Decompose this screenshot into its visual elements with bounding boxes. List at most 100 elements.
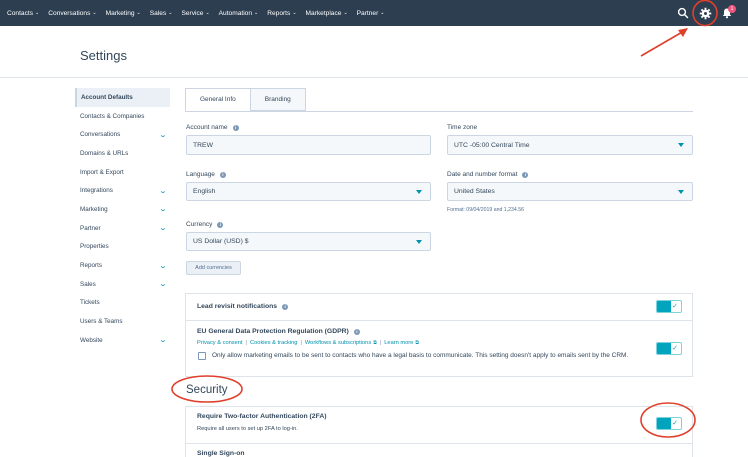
search-icon[interactable] [677,7,689,19]
security-section-title: Security [186,384,228,396]
sidebar-item-marketing[interactable]: Marketing ⌄ [75,200,170,219]
sidebar-item-label: Import & Export [80,168,124,176]
external-link-icon: ⧉ [415,340,419,346]
check-icon: ✓ [672,420,678,427]
sidebar-item-users-teams[interactable]: Users & Teams [75,312,170,331]
info-icon[interactable]: i [232,124,239,131]
nav-label: Partner [356,9,379,17]
account-name-label: Account name i [186,124,239,131]
nav-label: Sales [149,9,167,17]
single-sign-on-title: Single Sign-on [197,450,245,457]
workflows-subscriptions-link[interactable]: Workflows & subscriptions [305,340,371,346]
check-icon: ✓ [672,345,678,352]
gdpr-checkbox[interactable] [198,352,206,360]
gear-icon[interactable] [699,7,712,20]
sidebar-item-label: Properties [80,243,109,251]
tab-general-info[interactable]: General Info [185,88,251,111]
sidebar-item-conversations[interactable]: Conversations ⌄ [75,125,170,144]
sidebar-item-domains-urls[interactable]: Domains & URLs [75,144,170,163]
sidebar-item-tickets[interactable]: Tickets [75,294,170,313]
chevron-down-icon: ⌄ [168,10,173,16]
info-icon[interactable]: i [219,171,226,178]
two-factor-toggle[interactable]: ✓ [656,417,682,430]
caret-down-icon [416,189,422,194]
sidebar-item-reports[interactable]: Reports ⌄ [75,256,170,275]
external-link-icon: ⧉ [373,340,377,346]
nav-service[interactable]: Service ⌄ [181,10,209,17]
tab-branding[interactable]: Branding [249,88,306,111]
date-format-select[interactable]: United States [447,182,693,201]
check-icon: ✓ [672,303,678,310]
sidebar-item-label: Domains & URLs [80,149,129,157]
sidebar-item-label: Tickets [80,299,100,307]
separator: | [245,340,248,346]
language-label: Language i [186,171,226,178]
sidebar-item-label: Conversations [80,131,121,139]
chevron-down-icon: ⌄ [254,10,259,16]
chevron-down-icon: ⌄ [380,10,385,16]
row-title-text: EU General Data Protection Regulation (G… [197,328,349,335]
nav-reports[interactable]: Reports ⌄ [267,10,296,17]
nav-label: Automation [218,9,253,17]
add-currencies-button[interactable]: Add currencies [186,261,241,275]
sidebar-item-sales[interactable]: Sales ⌄ [75,275,170,294]
select-value: United States [454,188,495,195]
privacy-consent-link[interactable]: Privacy & consent [197,340,243,346]
sidebar-item-contacts-companies[interactable]: Contacts & Companies [75,107,170,126]
info-icon[interactable]: i [282,303,289,310]
nav-label: Reports [267,9,291,17]
lead-revisit-title: Lead revisit notifications i [197,303,289,310]
select-value: UTC -05:00 Central Time [454,141,530,149]
info-icon[interactable]: i [353,328,360,335]
info-icon[interactable]: i [522,171,529,178]
sidebar-item-label: Marketing [80,205,108,213]
date-format-hint: Format: 09/04/2019 and 1,234.56 [447,207,525,213]
sidebar-item-partner[interactable]: Partner ⌄ [75,219,170,238]
info-icon[interactable]: i [217,221,224,228]
gdpr-toggle[interactable]: ✓ [656,342,682,355]
annotation-arrow-head [678,28,688,37]
sidebar-item-label: Account Defaults [81,93,133,101]
notification-badge: 1 [728,5,736,13]
sidebar-item-properties[interactable]: Properties [75,238,170,257]
separator: | [300,340,302,346]
nav-automation[interactable]: Automation ⌄ [219,10,259,17]
nav-contacts[interactable]: Contacts ⌄ [7,10,39,17]
nav-marketplace[interactable]: Marketplace ⌄ [306,10,348,17]
time-zone-select[interactable]: UTC -05:00 Central Time [447,135,693,155]
sidebar-item-import-export[interactable]: Import & Export [75,163,170,182]
chevron-down-icon: ⌄ [205,10,210,16]
sidebar-item-website[interactable]: Website ⌄ [75,331,170,350]
cookies-tracking-link[interactable]: Cookies & tracking [250,340,297,346]
sidebar-item-label: Reports [80,262,103,270]
chevron-down-icon: ⌄ [292,10,297,16]
learn-more-link[interactable]: Learn more [384,340,413,346]
lead-revisit-toggle[interactable]: ✓ [656,300,682,313]
sidebar-item-account-defaults[interactable]: Account Defaults [75,88,170,107]
toggle-fill [657,343,671,354]
gdpr-links: Privacy & consent | Cookies & tracking | W… [197,340,419,346]
chevron-down-icon: ⌄ [158,225,168,233]
select-value: US Dollar (USD) $ [193,238,249,245]
account-name-input[interactable]: TREW [186,135,431,155]
chevron-down-icon: ⌄ [136,10,141,16]
caret-down-icon [678,143,684,147]
nav-partner[interactable]: Partner ⌄ [357,10,385,17]
gdpr-checkbox-label: Only allow marketing emails to be sent t… [212,352,629,359]
chevron-down-icon: ⌄ [92,10,97,16]
nav-marketing[interactable]: Marketing ⌄ [106,10,141,17]
time-zone-label: Time zone [447,124,478,131]
settings-sidebar: Account Defaults Contacts & Companies Co… [75,88,170,350]
nav-sales[interactable]: Sales ⌄ [150,10,173,17]
chevron-down-icon: ⌄ [158,187,168,195]
currency-select[interactable]: US Dollar (USD) $ [186,232,431,251]
chevron-down-icon: ⌄ [35,10,40,16]
label-text: Language [186,171,215,178]
top-navigation-bar: Contacts ⌄ Conversations ⌄ Marketing ⌄ Sale… [0,0,748,26]
chevron-down-icon: ⌄ [158,131,168,139]
sidebar-item-label: Users & Teams [80,318,123,326]
language-select[interactable]: English [186,182,431,201]
sidebar-item-label: Partner [80,224,101,232]
nav-conversations[interactable]: Conversations ⌄ [48,10,96,17]
sidebar-item-integrations[interactable]: Integrations ⌄ [75,181,170,200]
